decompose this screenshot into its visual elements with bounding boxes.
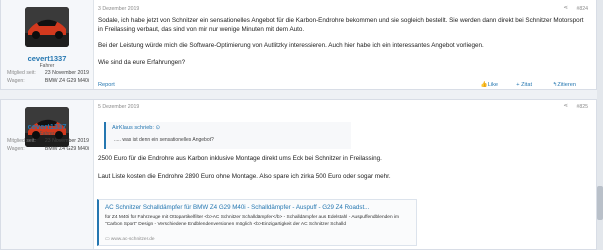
member-since-label: Mitglied seit: [7,138,36,144]
username[interactable]: cevert1337 [1,122,93,131]
car-value: BMW Z4 G29 M40i [44,78,89,84]
post-825: cevert1337 Fahrer Mitglied seit: 23 Nove… [0,99,597,250]
post-number[interactable]: #824 [576,6,588,12]
message-paragraph: Wie sind da eure Erfahrungen? [98,58,186,66]
car-row: Wagen: BMW Z4 G29 M40i [7,78,89,84]
link-preview-description: für Z4 M40i für Fahrzeuge mit Ottopartik… [105,215,400,228]
message-body: 2500 Euro für die Endrohre aus Karbon in… [98,154,588,181]
link-preview-title[interactable]: AC Schnitzer Schalldämpfer für BMW Z4 G2… [105,204,369,211]
post-824: cevert1337 Fahrer Mitglied seit: 23 Nove… [0,0,597,90]
user-pane: cevert1337 Fahrer Mitglied seit: 23 Nove… [1,100,94,249]
post-date[interactable]: 5 Dezember 2019 [98,104,139,110]
user-pane: cevert1337 Fahrer Mitglied seit: 23 Nove… [1,0,94,89]
reply-label: Zitieren [557,82,576,88]
quote-author[interactable]: AirKlaus schrieb: ⊙ [112,125,160,131]
quote-text: ..... was ist denn ein sensationelles An… [114,137,214,143]
username[interactable]: cevert1337 [1,54,93,63]
like-button[interactable]: 👍Like [481,82,498,88]
message-paragraph: Bei der Leistung würde mich die Software… [98,42,484,50]
reply-button[interactable]: ↰Zitieren [553,82,576,88]
add-quote-button[interactable]: + Zitat [516,82,532,88]
member-since-value: 23 November 2019 [44,70,89,76]
message-paragraph: 2500 Euro für die Endrohre aus Karbon in… [98,155,382,162]
car-value: BMW Z4 G29 M40i [44,146,89,152]
member-since-value: 23 November 2019 [44,138,89,144]
quote-block: AirKlaus schrieb: ⊙ ..... was ist denn e… [104,122,351,149]
car-row: Wagen: BMW Z4 G29 M40i [7,146,89,152]
user-title: Fahrer [39,63,55,69]
share-icon[interactable]: ⋖ [563,103,568,109]
member-since-row: Mitglied seit: 23 November 2019 [7,70,89,76]
message-paragraph: Laut Liste kosten die Endrohre 2890 Euro… [98,173,391,181]
scrollbar-thumb[interactable] [597,186,603,220]
share-icon[interactable]: ⋖ [563,5,568,11]
user-title: Fahrer [39,131,55,137]
post-number[interactable]: #825 [576,104,588,110]
avatar-car-image [25,7,69,47]
like-icon: 👍 [480,82,488,88]
avatar[interactable] [25,7,69,47]
message-body: Sodale, ich habe jetzt von Schnitzer ein… [98,16,588,67]
car-label: Wagen: [7,78,25,84]
post-date[interactable]: 3 Dezember 2019 [98,6,139,12]
link-preview-url-text: www.ac-schnitzer.de [110,237,155,242]
message-paragraph: Sodale, ich habe jetzt von Schnitzer ein… [98,17,584,34]
link-preview[interactable]: AC Schnitzer Schalldämpfer für BMW Z4 G2… [97,199,417,246]
report-link[interactable]: Report [98,82,115,88]
like-label: Like [487,82,498,88]
member-since-row: Mitglied seit: 23 November 2019 [7,138,89,144]
link-preview-url[interactable]: ▭ www.ac-schnitzer.de [105,237,155,242]
member-since-label: Mitglied seit: [7,70,36,76]
car-label: Wagen: [7,146,25,152]
